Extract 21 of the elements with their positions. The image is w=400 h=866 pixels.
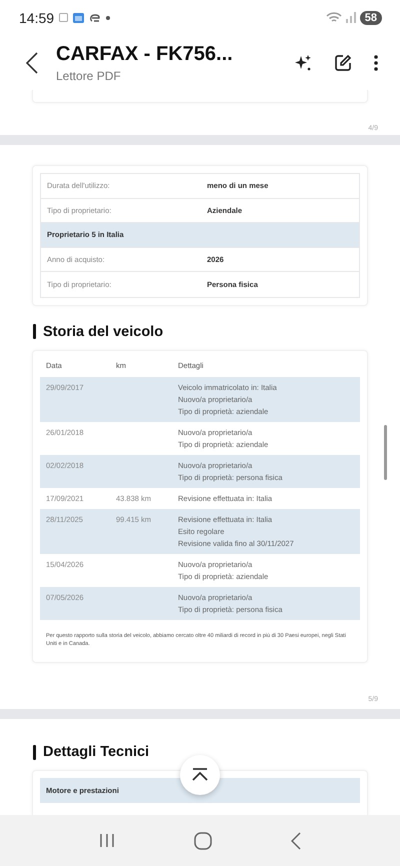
document-title: CARFAX - FK756... [56, 42, 233, 66]
more-menu-icon[interactable] [374, 54, 378, 72]
battery-level: 58 [360, 10, 382, 24]
back-button[interactable] [26, 52, 38, 74]
sparkle-icon[interactable] [294, 54, 312, 72]
clock: 14:59 [19, 10, 54, 26]
recent-apps-button[interactable] [99, 833, 116, 848]
scrollbar-thumb[interactable] [384, 425, 387, 480]
wifi-icon [326, 12, 342, 24]
signal-icon [346, 12, 356, 23]
scroll-up-icon [191, 768, 209, 782]
edit-icon[interactable] [334, 54, 352, 72]
section-title: Dettagli Tecnici [43, 744, 150, 760]
calendar-icon [73, 12, 84, 23]
app-subtitle: Lettore PDF [56, 68, 122, 82]
dot-icon [106, 16, 110, 20]
section-title: Storia del veicolo [43, 324, 164, 340]
home-button[interactable] [194, 832, 212, 850]
heading-marker [33, 324, 36, 339]
square-icon [59, 13, 68, 22]
heading-marker [33, 744, 36, 760]
